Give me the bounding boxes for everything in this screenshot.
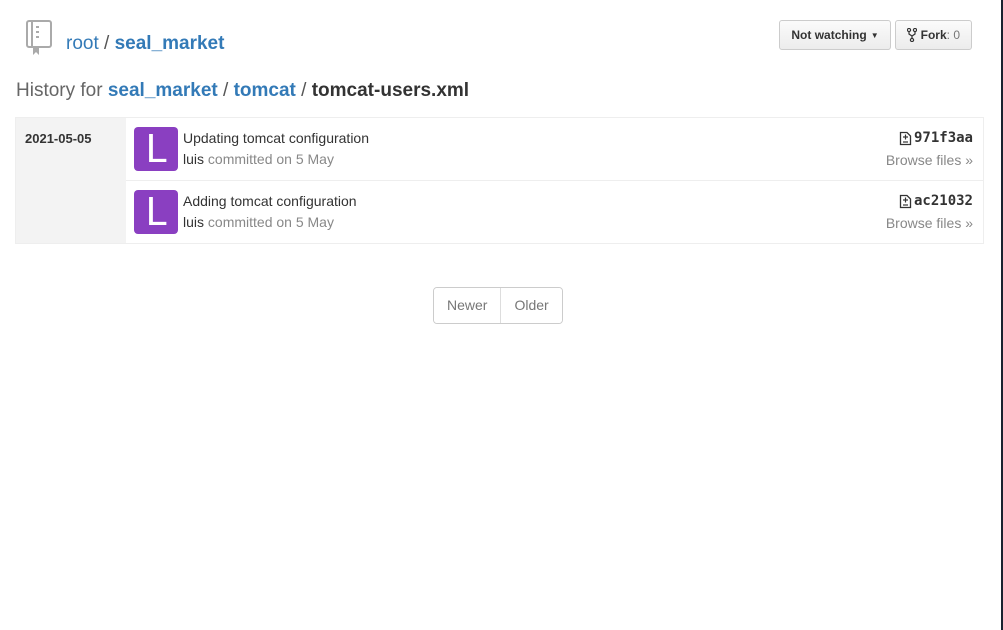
commit-list: 2021-05-05 L Updating tomcat configurati… bbox=[15, 117, 984, 244]
repo-name-link[interactable]: seal_market bbox=[115, 33, 225, 54]
fork-icon bbox=[906, 28, 917, 42]
commit-title-link[interactable]: Updating tomcat configuration bbox=[183, 130, 369, 146]
repo-actions: Not watching ▼ Fork: 0 bbox=[779, 20, 972, 50]
repo-path-separator: / bbox=[104, 33, 110, 54]
fork-count: : 0 bbox=[946, 28, 960, 42]
copy-sha-icon bbox=[899, 194, 912, 208]
avatar[interactable]: L bbox=[134, 127, 178, 171]
commit-author[interactable]: luis bbox=[183, 214, 204, 230]
commit-sha: ac21032 bbox=[913, 193, 973, 209]
repo-owner-link[interactable]: root bbox=[66, 33, 99, 54]
commit-time: committed on 5 May bbox=[207, 151, 334, 167]
commit-sha-button[interactable]: 971f3aa bbox=[899, 130, 973, 146]
watch-label: Not watching bbox=[791, 28, 867, 42]
commit-meta: luis committed on 5 May bbox=[183, 151, 334, 167]
fork-label: Fork bbox=[920, 28, 947, 42]
breadcrumb-separator: / bbox=[301, 80, 307, 101]
repo-path: root / seal_market bbox=[66, 33, 224, 55]
breadcrumb-file: tomcat-users.xml bbox=[311, 80, 470, 101]
breadcrumb-folder-link[interactable]: tomcat bbox=[234, 80, 296, 101]
commit-sha-button[interactable]: ac21032 bbox=[899, 193, 973, 209]
commit-title-link[interactable]: Adding tomcat configuration bbox=[183, 193, 357, 209]
commit-time: committed on 5 May bbox=[207, 214, 334, 230]
browse-files-link[interactable]: Browse files » bbox=[886, 215, 973, 231]
caret-down-icon: ▼ bbox=[870, 30, 879, 40]
breadcrumb-separator: / bbox=[223, 80, 229, 101]
breadcrumb-repo-link[interactable]: seal_market bbox=[108, 80, 218, 101]
commit-row: L Adding tomcat configuration luis commi… bbox=[126, 181, 983, 243]
history-prefix: History for bbox=[16, 80, 103, 101]
repo-header: root / seal_market bbox=[24, 20, 224, 56]
older-button[interactable]: Older bbox=[500, 288, 562, 323]
page-title: History for seal_market / tomcat / tomca… bbox=[16, 80, 469, 102]
browse-files-link[interactable]: Browse files » bbox=[886, 152, 973, 168]
commit-rows: L Updating tomcat configuration luis com… bbox=[126, 118, 983, 243]
pagination: Newer Older bbox=[433, 287, 563, 324]
commit-row: L Updating tomcat configuration luis com… bbox=[126, 118, 983, 181]
commit-meta: luis committed on 5 May bbox=[183, 214, 334, 230]
newer-button[interactable]: Newer bbox=[434, 288, 501, 323]
repo-book-icon bbox=[26, 20, 52, 55]
commit-date-group: 2021-05-05 bbox=[16, 118, 126, 243]
commit-sha: 971f3aa bbox=[913, 130, 973, 146]
watch-button[interactable]: Not watching ▼ bbox=[779, 20, 891, 50]
fork-button[interactable]: Fork: 0 bbox=[894, 20, 972, 50]
avatar[interactable]: L bbox=[134, 190, 178, 234]
commit-author[interactable]: luis bbox=[183, 151, 204, 167]
copy-sha-icon bbox=[899, 131, 912, 145]
commit-date: 2021-05-05 bbox=[25, 131, 92, 146]
